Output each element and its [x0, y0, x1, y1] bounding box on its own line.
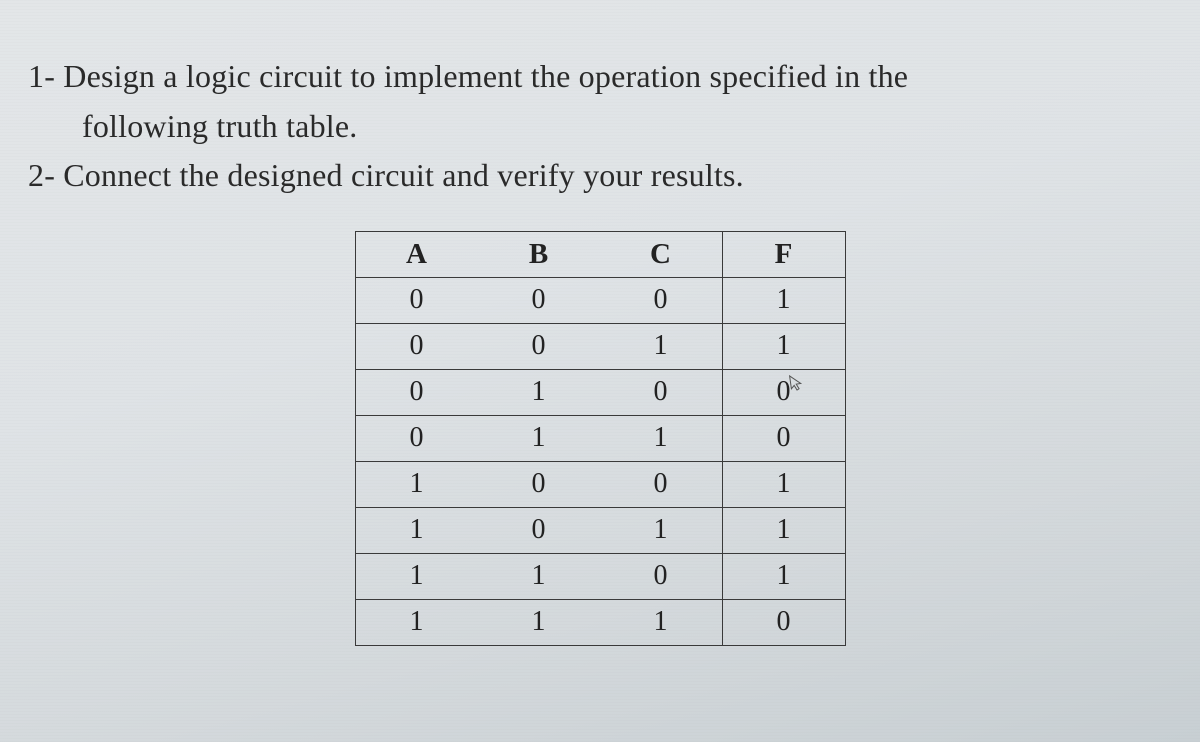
question-1-line-1: 1- Design a logic circuit to implement t…	[28, 52, 1172, 102]
cell: 0	[600, 369, 723, 415]
table-row: 0 0 1 1	[355, 323, 845, 369]
table-body: 0 0 0 1 0 0 1 1 0 1 0 0 0	[355, 277, 845, 645]
table-row: 1 1 0 1	[355, 553, 845, 599]
cell: 0	[478, 507, 600, 553]
cell: 1	[600, 599, 723, 645]
table-row: 1 0 1 1	[355, 507, 845, 553]
table-row: 1 0 0 1	[355, 461, 845, 507]
question-block: 1- Design a logic circuit to implement t…	[28, 52, 1172, 201]
cell: 1	[722, 507, 845, 553]
cell: 0	[478, 461, 600, 507]
col-header-C: C	[600, 231, 723, 277]
cell: 1	[478, 553, 600, 599]
cell: 0	[600, 553, 723, 599]
cell: 1	[722, 277, 845, 323]
cell: 1	[600, 415, 723, 461]
cell: 1	[355, 599, 478, 645]
cell: 1	[600, 507, 723, 553]
cell: 0	[600, 461, 723, 507]
cell: 1	[722, 553, 845, 599]
truth-table: A B C F 0 0 0 1 0 0 1 1	[355, 231, 846, 646]
cell: 0	[355, 323, 478, 369]
cell: 0	[722, 369, 845, 415]
cell: 1	[355, 507, 478, 553]
cell: 1	[600, 323, 723, 369]
cell: 1	[355, 553, 478, 599]
cell: 0	[600, 277, 723, 323]
cell: 1	[478, 415, 600, 461]
cell: 1	[722, 461, 845, 507]
cell: 0	[478, 277, 600, 323]
table-header-row: A B C F	[355, 231, 845, 277]
question-1-line-2: following truth table.	[28, 102, 1172, 152]
cell: 0	[355, 415, 478, 461]
table-row: 1 1 1 0	[355, 599, 845, 645]
table-row: 0 1 0 0	[355, 369, 845, 415]
cell: 0	[355, 277, 478, 323]
cell: 1	[355, 461, 478, 507]
col-header-A: A	[355, 231, 478, 277]
col-header-B: B	[478, 231, 600, 277]
cell: 0	[722, 415, 845, 461]
truth-table-container: A B C F 0 0 0 1 0 0 1 1	[28, 231, 1172, 646]
table-row: 0 1 1 0	[355, 415, 845, 461]
cell: 1	[478, 369, 600, 415]
cell: 1	[478, 599, 600, 645]
cell: 0	[478, 323, 600, 369]
document-page: 1- Design a logic circuit to implement t…	[0, 0, 1200, 646]
col-header-F: F	[722, 231, 845, 277]
question-2: 2- Connect the designed circuit and veri…	[28, 151, 1172, 201]
cell: 0	[355, 369, 478, 415]
cell: 0	[722, 599, 845, 645]
cell: 1	[722, 323, 845, 369]
table-row: 0 0 0 1	[355, 277, 845, 323]
